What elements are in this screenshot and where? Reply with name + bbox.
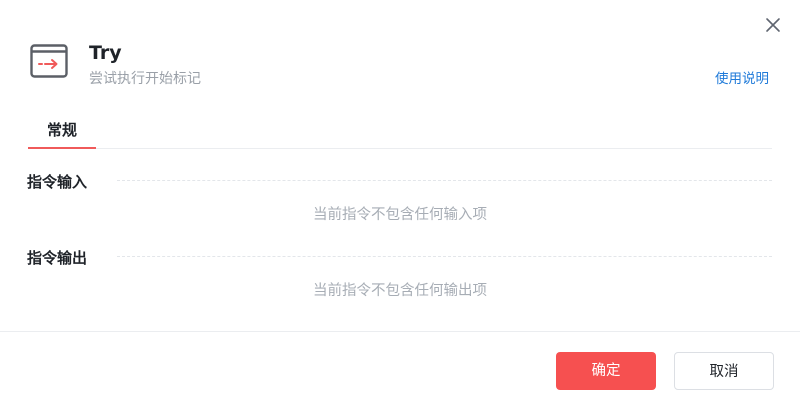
input-empty-text: 当前指令不包含任何输入项 — [313, 207, 487, 223]
help-link[interactable]: 使用说明 — [715, 69, 769, 89]
output-section-title: 指令输出 — [27, 249, 88, 267]
section-divider — [117, 180, 772, 181]
input-section-header: 指令输入 — [27, 172, 772, 192]
dialog-footer: 确定 取消 — [0, 331, 800, 408]
output-section-header: 指令输出 — [27, 248, 772, 268]
tab-bar: 常规 — [28, 116, 772, 149]
input-section-title: 指令输入 — [27, 173, 88, 191]
output-empty-text: 当前指令不包含任何输出项 — [313, 283, 487, 299]
command-dialog: Try 尝试执行开始标记 使用说明 常规 指令输入 当前指令不包含任何输入项 指… — [0, 0, 800, 408]
dialog-title: Try — [89, 42, 122, 64]
tab-general[interactable]: 常规 — [28, 116, 96, 149]
section-divider — [117, 256, 772, 257]
close-button[interactable] — [762, 14, 784, 36]
confirm-button[interactable]: 确定 — [556, 352, 656, 390]
dialog-header: Try 尝试执行开始标记 使用说明 — [28, 40, 772, 96]
cancel-button[interactable]: 取消 — [674, 352, 774, 390]
close-icon — [766, 18, 780, 32]
try-command-icon — [30, 44, 68, 78]
dialog-subtitle: 尝试执行开始标记 — [89, 71, 201, 87]
